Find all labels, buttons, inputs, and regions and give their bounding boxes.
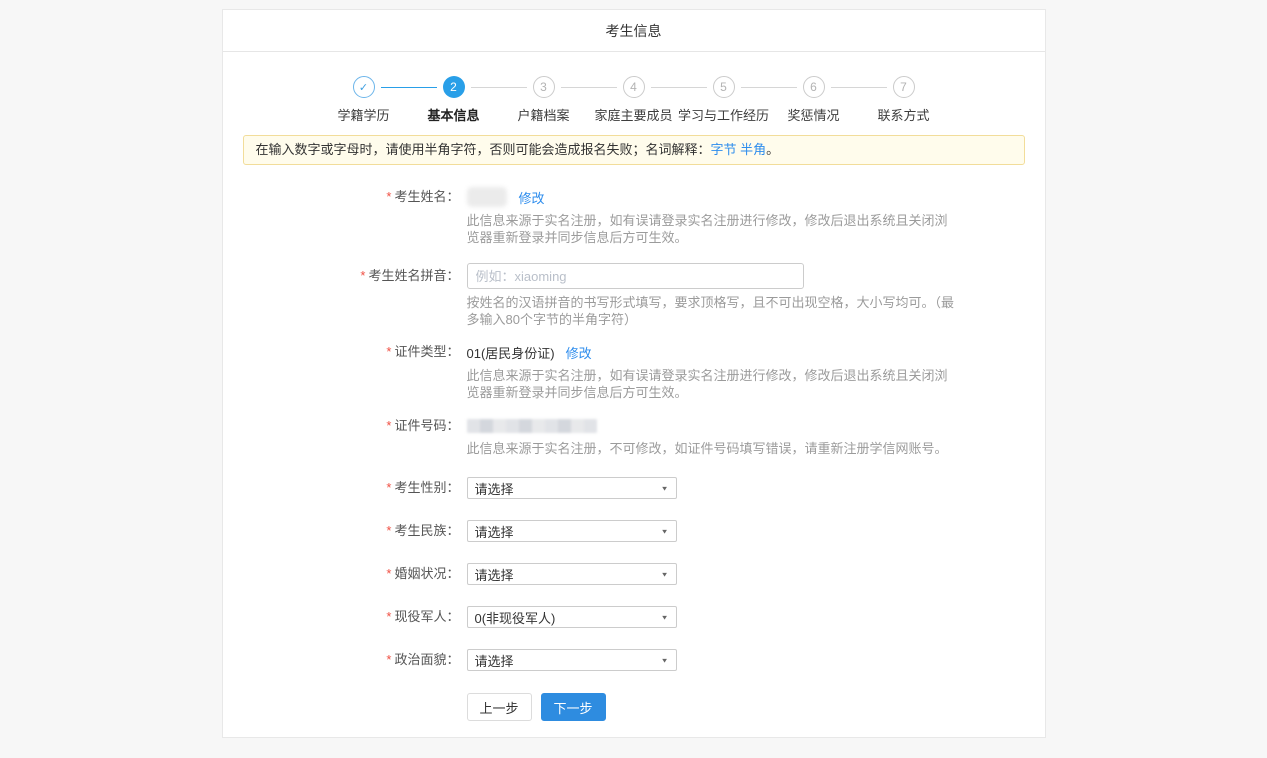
form-row-cert-number: *证件号码： 此信息来源于实名注册，不可修改，如证件号码填写错误，请重新注册学信… <box>223 417 1045 457</box>
step-household-file[interactable]: 3 户籍档案 <box>499 76 589 124</box>
step-label: 户籍档案 <box>517 105 569 124</box>
pinyin-help: 按姓名的汉语拼音的书写形式填写，要求顶格写，且不可出现空格，大小写均可。（最多输… <box>467 294 959 328</box>
chevron-down-icon: ▼ <box>661 527 669 534</box>
gender-label: *考生性别： <box>223 477 467 499</box>
cert-type-help: 此信息来源于实名注册，如有误请登录实名注册进行修改，修改后退出系统且关闭浏览器重… <box>467 367 959 401</box>
step-rewards-punishments[interactable]: 6 奖惩情况 <box>769 76 859 124</box>
card-header: 考生信息 <box>223 10 1045 52</box>
cert-type-value: 01(居民身份证) <box>467 343 555 362</box>
military-service-label: *现役军人： <box>223 606 467 628</box>
required-mark: * <box>386 344 391 359</box>
form-row-marital-status: *婚姻状况： 请选择 ▼ <box>223 563 1045 585</box>
redacted-cert-number <box>467 419 597 433</box>
candidate-name-label: *考生姓名： <box>223 187 467 246</box>
candidate-name-help: 此信息来源于实名注册，如有误请登录实名注册进行修改，修改后退出系统且关闭浏览器重… <box>467 212 959 246</box>
political-status-label: *政治面貌： <box>223 649 467 671</box>
required-mark: * <box>386 418 391 433</box>
form-row-cert-type: *证件类型： 01(居民身份证) 修改 此信息来源于实名注册，如有误请登录实名注… <box>223 342 1045 401</box>
step-label: 家庭主要成员 <box>594 105 672 124</box>
form-row-military-service: *现役军人： 0(非现役军人) ▼ <box>223 606 1045 628</box>
marital-status-select[interactable]: 请选择 ▼ <box>467 563 677 585</box>
step-label: 联系方式 <box>877 105 929 124</box>
cert-number-label: *证件号码： <box>223 417 467 457</box>
form-row-ethnicity: *考生民族： 请选择 ▼ <box>223 520 1045 542</box>
form-row-political-status: *政治面貌： 请选择 ▼ <box>223 649 1045 671</box>
step-basic-info[interactable]: 2 基本信息 <box>409 76 499 124</box>
step-contact-info[interactable]: 7 联系方式 <box>859 76 949 124</box>
cert-type-label: *证件类型： <box>223 342 467 401</box>
step-label: 学习与工作经历 <box>678 105 769 124</box>
chevron-down-icon: ▼ <box>661 484 669 491</box>
redacted-candidate-name <box>467 187 507 207</box>
military-service-select-value: 0(非现役军人) <box>475 608 556 627</box>
halfwidth-notice-banner: 在输入数字或字母时，请使用半角字符，否则可能会造成报名失败；名词解释：字节 半角… <box>243 135 1025 165</box>
required-mark: * <box>360 268 365 283</box>
basic-info-form: *考生姓名： 修改 此信息来源于实名注册，如有误请登录实名注册进行修改，修改后退… <box>223 187 1045 721</box>
step-academic-record[interactable]: ✓ 学籍学历 <box>319 76 409 124</box>
required-mark: * <box>386 652 391 667</box>
step-number: 6 <box>803 76 825 98</box>
candidate-info-card: 考生信息 ✓ 学籍学历 2 基本信息 3 户籍档案 4 家庭主要成员 5 学习与… <box>222 9 1046 738</box>
step-study-work-experience[interactable]: 5 学习与工作经历 <box>679 76 769 124</box>
form-row-name-pinyin: *考生姓名拼音： 按姓名的汉语拼音的书写形式填写，要求顶格写，且不可出现空格，大… <box>223 263 1045 328</box>
political-status-select-value: 请选择 <box>475 651 514 670</box>
notice-text: 在输入数字或字母时，请使用半角字符，否则可能会造成报名失败；名词解释： <box>256 142 711 157</box>
step-label: 基本信息 <box>427 105 479 124</box>
ethnicity-select[interactable]: 请选择 ▼ <box>467 520 677 542</box>
edit-name-link[interactable]: 修改 <box>519 188 545 207</box>
marital-status-select-value: 请选择 <box>475 565 514 584</box>
step-number: 4 <box>623 76 645 98</box>
check-icon: ✓ <box>353 76 375 98</box>
required-mark: * <box>386 189 391 204</box>
required-mark: * <box>386 566 391 581</box>
gender-select[interactable]: 请选择 ▼ <box>467 477 677 499</box>
edit-cert-type-link[interactable]: 修改 <box>566 343 592 362</box>
step-number: 5 <box>713 76 735 98</box>
cert-number-help: 此信息来源于实名注册，不可修改，如证件号码填写错误，请重新注册学信网账号。 <box>467 440 959 457</box>
military-service-select[interactable]: 0(非现役军人) ▼ <box>467 606 677 628</box>
byte-glossary-link[interactable]: 字节 <box>711 142 737 157</box>
form-row-gender: *考生性别： 请选择 ▼ <box>223 477 1045 499</box>
ethnicity-label: *考生民族： <box>223 520 467 542</box>
form-row-buttons: 上一步 下一步 <box>223 693 1045 721</box>
political-status-select[interactable]: 请选择 ▼ <box>467 649 677 671</box>
stepper: ✓ 学籍学历 2 基本信息 3 户籍档案 4 家庭主要成员 5 学习与工作经历 … <box>223 76 1045 124</box>
chevron-down-icon: ▼ <box>661 613 669 620</box>
gender-select-value: 请选择 <box>475 479 514 498</box>
required-mark: * <box>386 480 391 495</box>
marital-status-label: *婚姻状况： <box>223 563 467 585</box>
required-mark: * <box>386 523 391 538</box>
notice-suffix: 。 <box>766 142 779 157</box>
chevron-down-icon: ▼ <box>661 656 669 663</box>
step-label: 学籍学历 <box>337 105 389 124</box>
form-row-candidate-name: *考生姓名： 修改 此信息来源于实名注册，如有误请登录实名注册进行修改，修改后退… <box>223 187 1045 246</box>
halfwidth-glossary-link[interactable]: 半角 <box>740 142 766 157</box>
pinyin-input[interactable] <box>467 263 804 289</box>
pinyin-label: *考生姓名拼音： <box>223 263 467 328</box>
step-family-members[interactable]: 4 家庭主要成员 <box>589 76 679 124</box>
step-number: 7 <box>893 76 915 98</box>
ethnicity-select-value: 请选择 <box>475 522 514 541</box>
chevron-down-icon: ▼ <box>661 570 669 577</box>
previous-step-button[interactable]: 上一步 <box>467 693 532 721</box>
step-number: 2 <box>443 76 465 98</box>
next-step-button[interactable]: 下一步 <box>541 693 606 721</box>
page-title: 考生信息 <box>606 21 662 41</box>
required-mark: * <box>386 609 391 624</box>
step-number: 3 <box>533 76 555 98</box>
step-label: 奖惩情况 <box>787 105 839 124</box>
buttons-spacer <box>223 693 467 721</box>
